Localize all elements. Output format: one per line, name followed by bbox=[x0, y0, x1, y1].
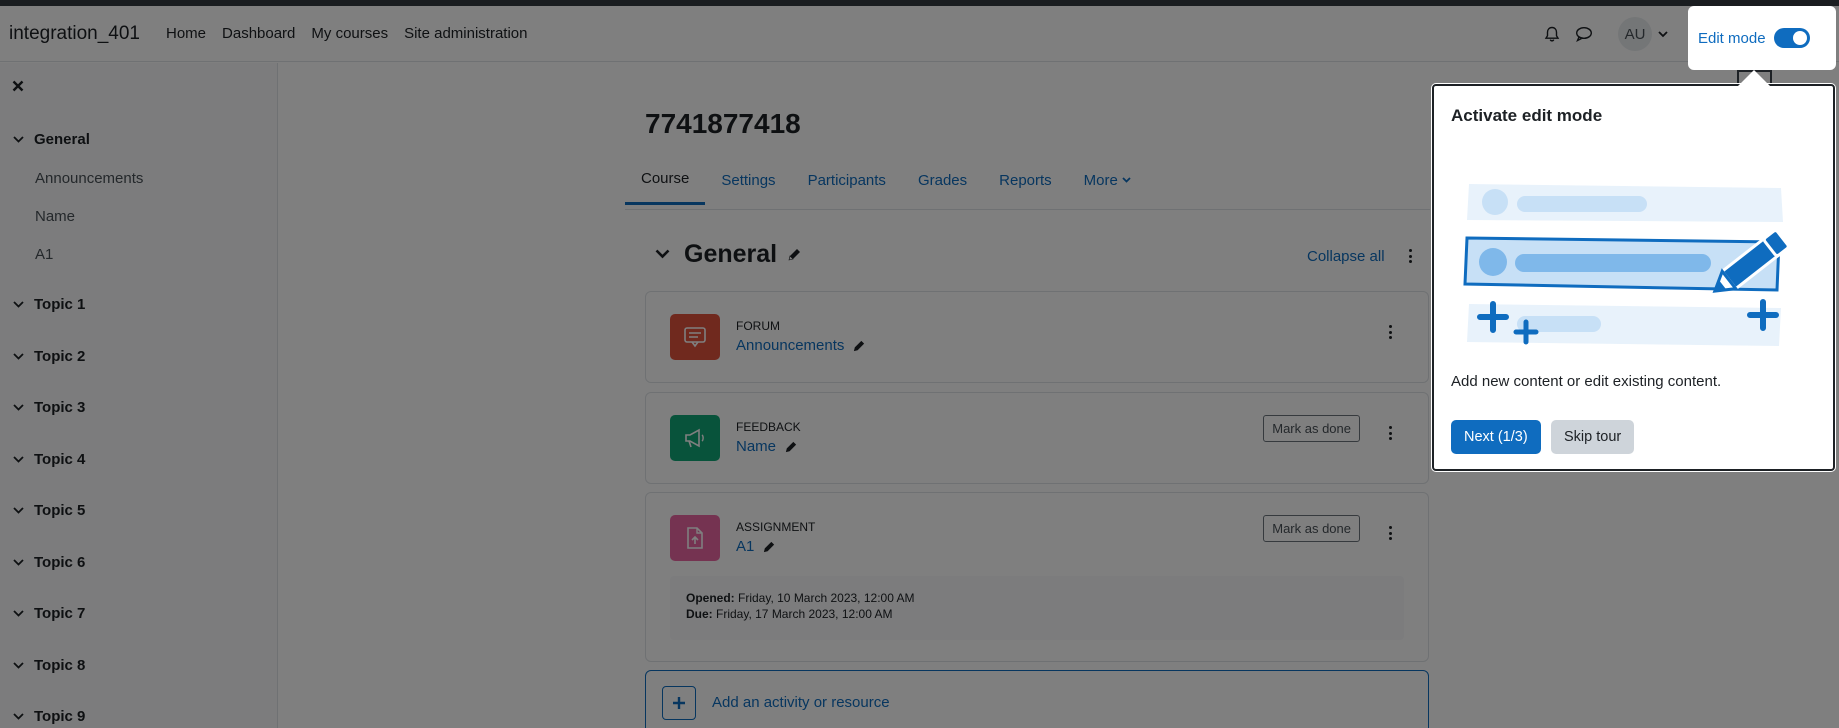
tour-popover: Activate edit mode Add new content or ed… bbox=[1432, 84, 1835, 471]
edit-mode-label: Edit mode bbox=[1698, 29, 1766, 47]
tour-title: Activate edit mode bbox=[1451, 106, 1603, 125]
edit-mode-illustration-icon bbox=[1463, 184, 1790, 346]
tour-description: Add new content or edit existing content… bbox=[1451, 373, 1722, 390]
tour-skip-button[interactable]: Skip tour bbox=[1551, 420, 1635, 454]
tour-popover-arrow bbox=[1738, 70, 1770, 86]
tour-next-button[interactable]: Next (1/3) bbox=[1451, 420, 1541, 454]
edit-mode-switch[interactable] bbox=[1773, 28, 1810, 48]
edit-mode-toggle-container: Edit mode bbox=[1688, 6, 1836, 70]
